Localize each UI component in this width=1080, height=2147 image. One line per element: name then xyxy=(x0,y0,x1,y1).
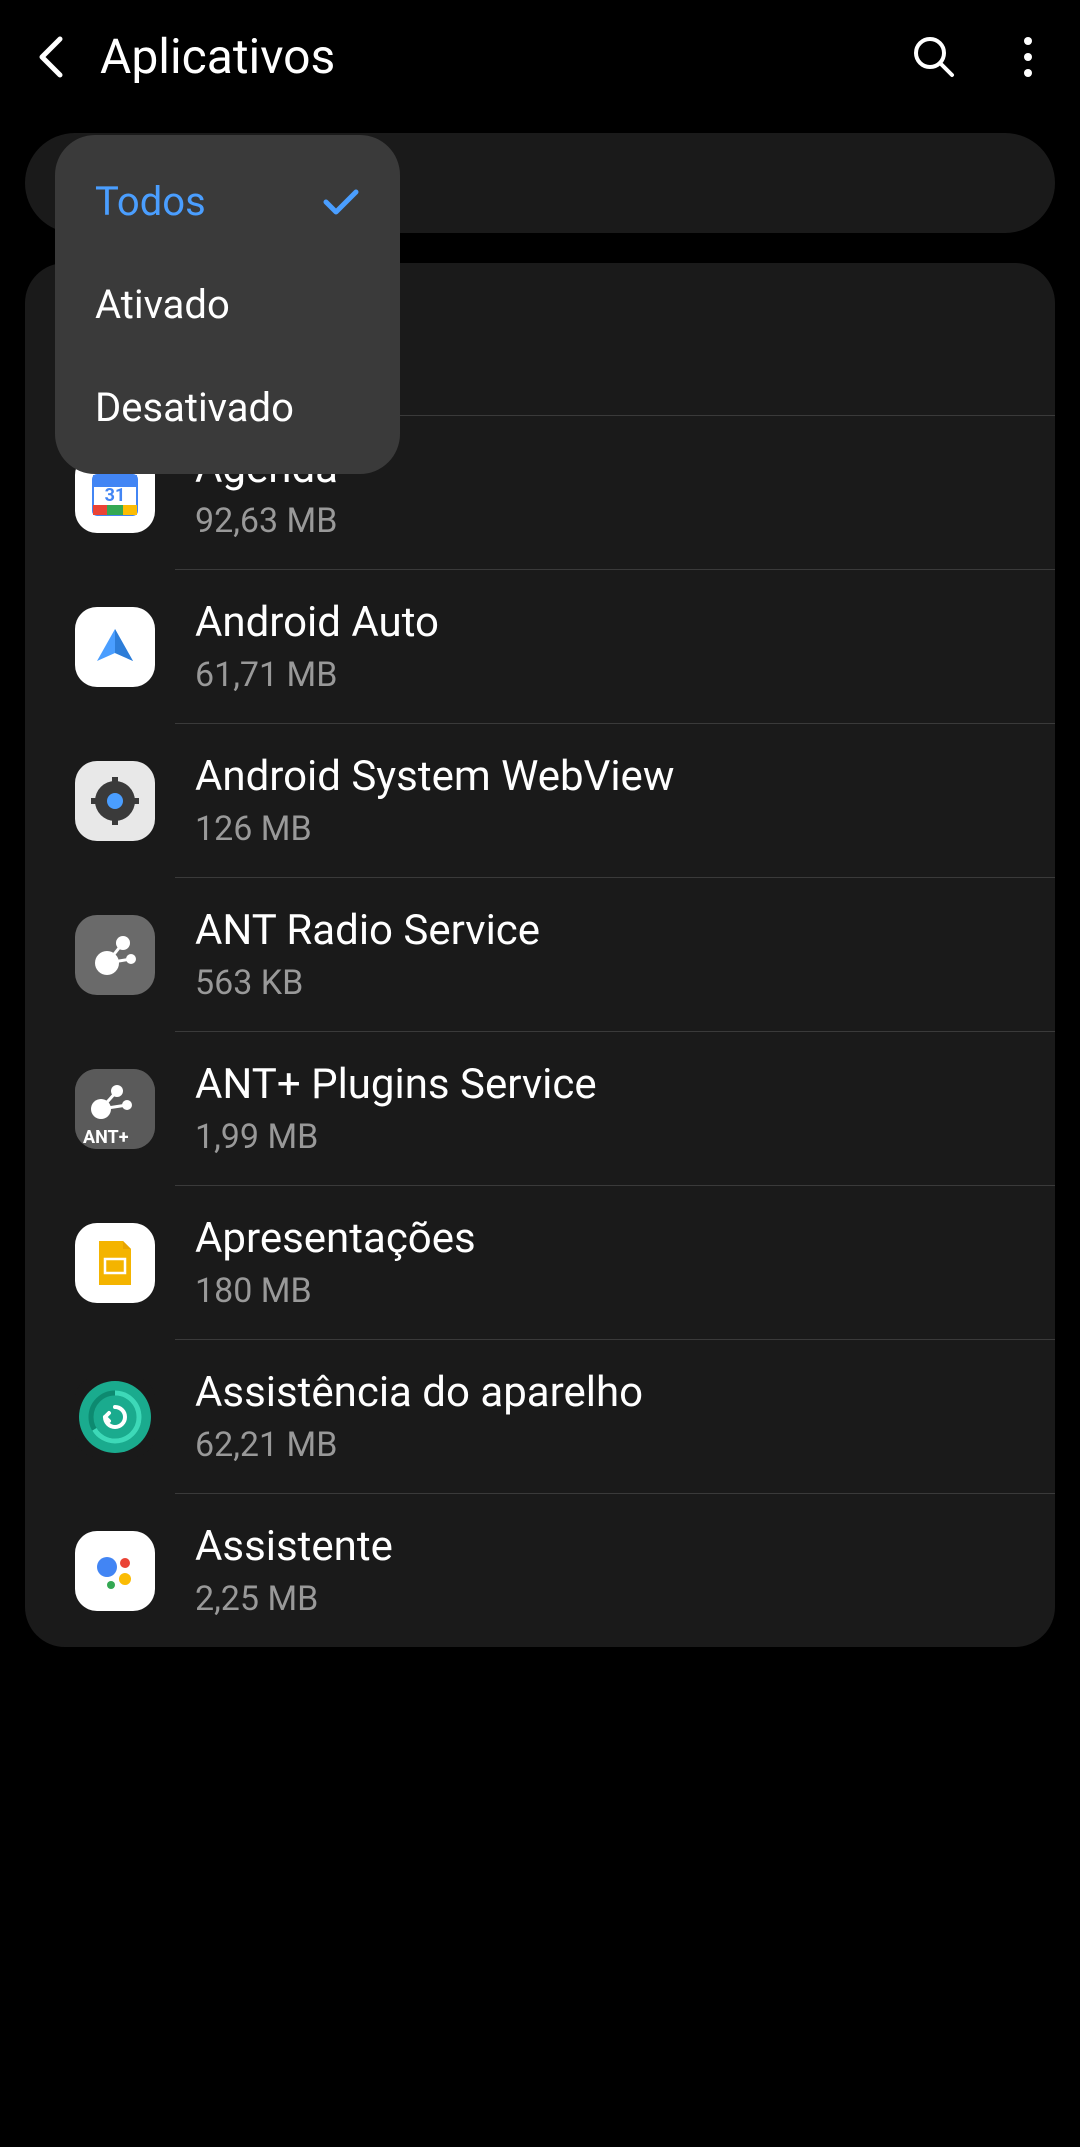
back-button[interactable] xyxy=(30,37,70,77)
app-name-label: Android System WebView xyxy=(195,752,1005,801)
app-size-label: 180 MB xyxy=(195,1271,1005,1311)
app-name-label: ANT Radio Service xyxy=(195,906,1005,955)
app-size-label: 61,71 MB xyxy=(195,655,1005,695)
app-size-label: 2,25 MB xyxy=(195,1579,1005,1619)
app-item-webview[interactable]: Android System WebView 126 MB xyxy=(25,724,1055,877)
app-info: Assistência do aparelho 62,21 MB xyxy=(195,1368,1005,1465)
app-header: Aplicativos xyxy=(0,0,1080,113)
dropdown-label: Ativado xyxy=(95,281,230,328)
gear-icon xyxy=(75,761,155,841)
app-item-androidauto[interactable]: Android Auto 61,71 MB xyxy=(25,570,1055,723)
assistance-icon xyxy=(75,1377,155,1457)
app-name-label: Apresentações xyxy=(195,1214,1005,1263)
app-size-label: 62,21 MB xyxy=(195,1425,1005,1465)
app-info: ANT Radio Service 563 KB xyxy=(195,906,1005,1003)
app-info: Assistente 2,25 MB xyxy=(195,1522,1005,1619)
search-button[interactable] xyxy=(912,35,956,79)
app-size-label: 563 KB xyxy=(195,963,1005,1003)
app-info: ANT+ Plugins Service 1,99 MB xyxy=(195,1060,1005,1157)
app-info: Android Auto 61,71 MB xyxy=(195,598,1005,695)
antplus-icon: ANT+ xyxy=(75,1069,155,1149)
androidauto-icon xyxy=(75,607,155,687)
app-item-assistant[interactable]: Assistente 2,25 MB xyxy=(25,1494,1055,1647)
app-item-slides[interactable]: Apresentações 180 MB xyxy=(25,1186,1055,1339)
app-size-label: 92,63 MB xyxy=(195,501,1005,541)
app-info: Android System WebView 126 MB xyxy=(195,752,1005,849)
more-options-button[interactable] xyxy=(1006,35,1050,79)
app-item-assistance[interactable]: Assistência do aparelho 62,21 MB xyxy=(25,1340,1055,1493)
dropdown-label: Todos xyxy=(95,178,206,225)
app-name-label: Android Auto xyxy=(195,598,1005,647)
svg-text:ANT+: ANT+ xyxy=(83,1127,129,1148)
page-title: Aplicativos xyxy=(100,28,882,85)
app-item-ant[interactable]: ANT Radio Service 563 KB xyxy=(25,878,1055,1031)
checkmark-icon xyxy=(320,182,360,222)
filter-dropdown: Todos Ativado Desativado xyxy=(55,135,400,474)
app-size-label: 126 MB xyxy=(195,809,1005,849)
app-name-label: ANT+ Plugins Service xyxy=(195,1060,1005,1109)
header-actions xyxy=(912,35,1050,79)
svg-text:31: 31 xyxy=(105,485,126,506)
dropdown-item-todos[interactable]: Todos xyxy=(55,150,400,253)
slides-icon xyxy=(75,1223,155,1303)
app-item-antplus[interactable]: ANT+ ANT+ Plugins Service 1,99 MB xyxy=(25,1032,1055,1185)
dropdown-item-desativado[interactable]: Desativado xyxy=(55,356,400,459)
app-size-label: 1,99 MB xyxy=(195,1117,1005,1157)
dropdown-label: Desativado xyxy=(95,384,294,431)
app-name-label: Assistência do aparelho xyxy=(195,1368,1005,1417)
ant-icon xyxy=(75,915,155,995)
dropdown-item-ativado[interactable]: Ativado xyxy=(55,253,400,356)
app-name-label: Assistente xyxy=(195,1522,1005,1571)
assistant-icon xyxy=(75,1531,155,1611)
app-info: Apresentações 180 MB xyxy=(195,1214,1005,1311)
